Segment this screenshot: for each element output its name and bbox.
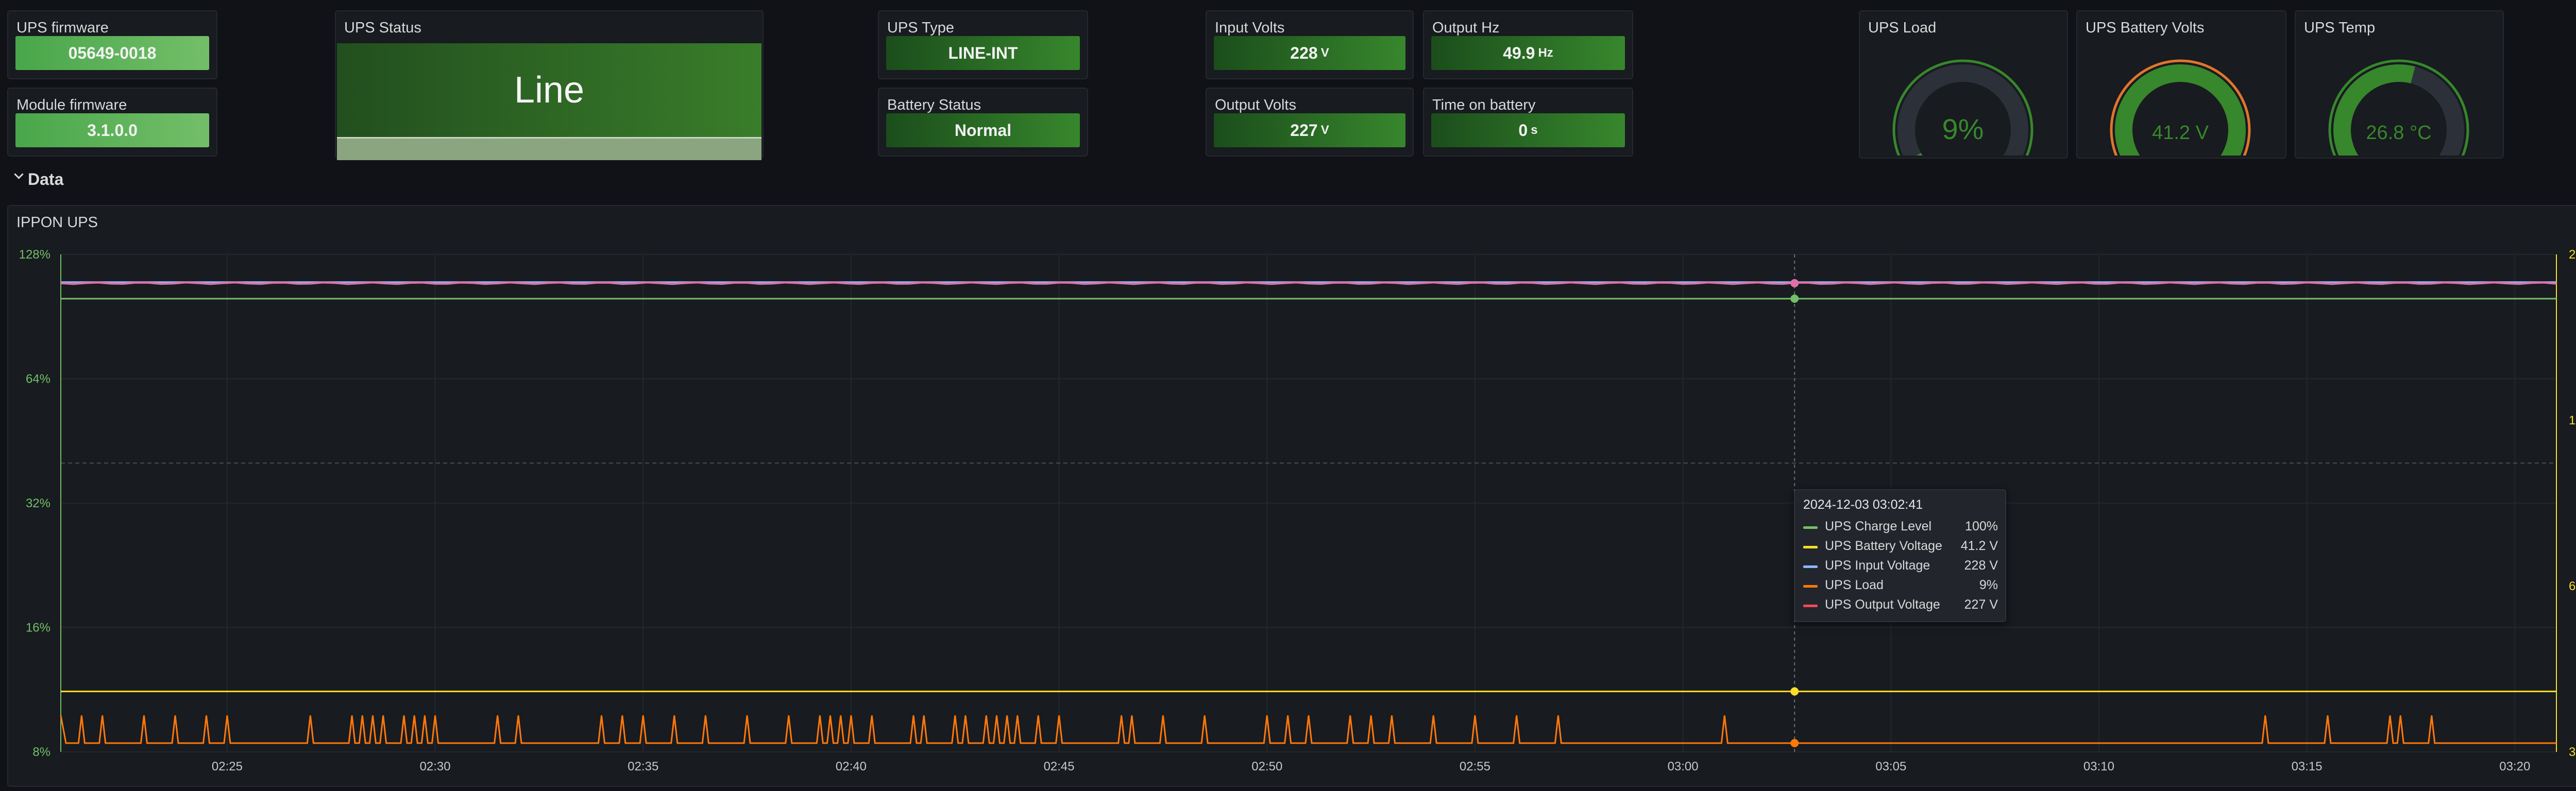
series-swatch <box>1803 565 1818 568</box>
x-tick-label: 02:40 <box>836 760 867 773</box>
x-tick-label: 03:00 <box>1668 760 1699 773</box>
chart-grid <box>61 254 2556 752</box>
y-right-tick-label: 128 V <box>2569 414 2576 427</box>
tooltip-row: UPS Input Voltage 228 V <box>1803 557 1998 576</box>
hover-point <box>1790 279 1799 287</box>
x-tick-label: 02:35 <box>628 760 658 773</box>
x-tick-label: 03:20 <box>2499 760 2530 773</box>
x-tick-label: 03:15 <box>2292 760 2323 773</box>
y-right-tick-label: 32 V <box>2569 745 2576 759</box>
x-tick-label: 02:25 <box>212 760 243 773</box>
x-tick-label: 03:10 <box>2083 760 2114 773</box>
y-right-tick-label: 64 V <box>2569 579 2576 593</box>
x-tick-label: 02:30 <box>420 760 451 773</box>
tooltip-series-value: 228 V <box>1964 558 1998 573</box>
tooltip-series-value: 227 V <box>1964 597 1998 612</box>
x-tick-label: 02:50 <box>1251 760 1282 773</box>
x-tick-label: 02:55 <box>1460 760 1490 773</box>
series-swatch <box>1803 585 1818 588</box>
series-swatch <box>1803 526 1818 529</box>
tooltip-series-name: UPS Output Voltage <box>1825 597 1940 612</box>
hover-point <box>1790 739 1799 748</box>
y-right-tick-label: 256 V <box>2569 248 2576 262</box>
tooltip-row: UPS Battery Voltage 41.2 V <box>1803 538 1998 556</box>
tooltip-series-name: UPS Charge Level <box>1825 519 1932 534</box>
y-left-tick-label: 16% <box>26 621 50 635</box>
tooltip-series-name: UPS Battery Voltage <box>1825 539 1942 553</box>
series-swatch <box>1803 546 1818 548</box>
x-tick-label: 03:05 <box>1875 760 1906 773</box>
series-swatch <box>1803 605 1818 607</box>
y-left-tick-label: 32% <box>26 496 50 510</box>
hover-point <box>1790 687 1799 696</box>
hover-point <box>1790 295 1799 303</box>
x-tick-label: 02:45 <box>1044 760 1075 773</box>
tooltip-time: 2024-12-03 03:02:41 <box>1803 497 1923 512</box>
tooltip-series-value: 100% <box>1965 519 1998 534</box>
tooltip-row: UPS Charge Level 100% <box>1803 518 1998 537</box>
ups-timeseries-chart[interactable]: 02:25 02:30 02:35 02:40 02:45 02:50 02:55 03:00… <box>0 0 2576 791</box>
hover-tooltip: 2024-12-03 03:02:41 UPS Charge Level 100… <box>1794 489 2006 622</box>
y-left-tick-label: 8% <box>32 745 50 759</box>
y-left-tick-label: 128% <box>19 248 50 262</box>
tooltip-series-name: UPS Input Voltage <box>1825 558 1930 573</box>
tooltip-series-value: 41.2 V <box>1960 539 1998 553</box>
tooltip-row: UPS Load 9% <box>1803 577 1998 595</box>
tooltip-row: UPS Output Voltage 227 V <box>1803 596 1998 615</box>
tooltip-series-name: UPS Load <box>1825 578 1884 592</box>
y-left-tick-label: 64% <box>26 372 50 386</box>
tooltip-series-value: 9% <box>1979 578 1998 592</box>
